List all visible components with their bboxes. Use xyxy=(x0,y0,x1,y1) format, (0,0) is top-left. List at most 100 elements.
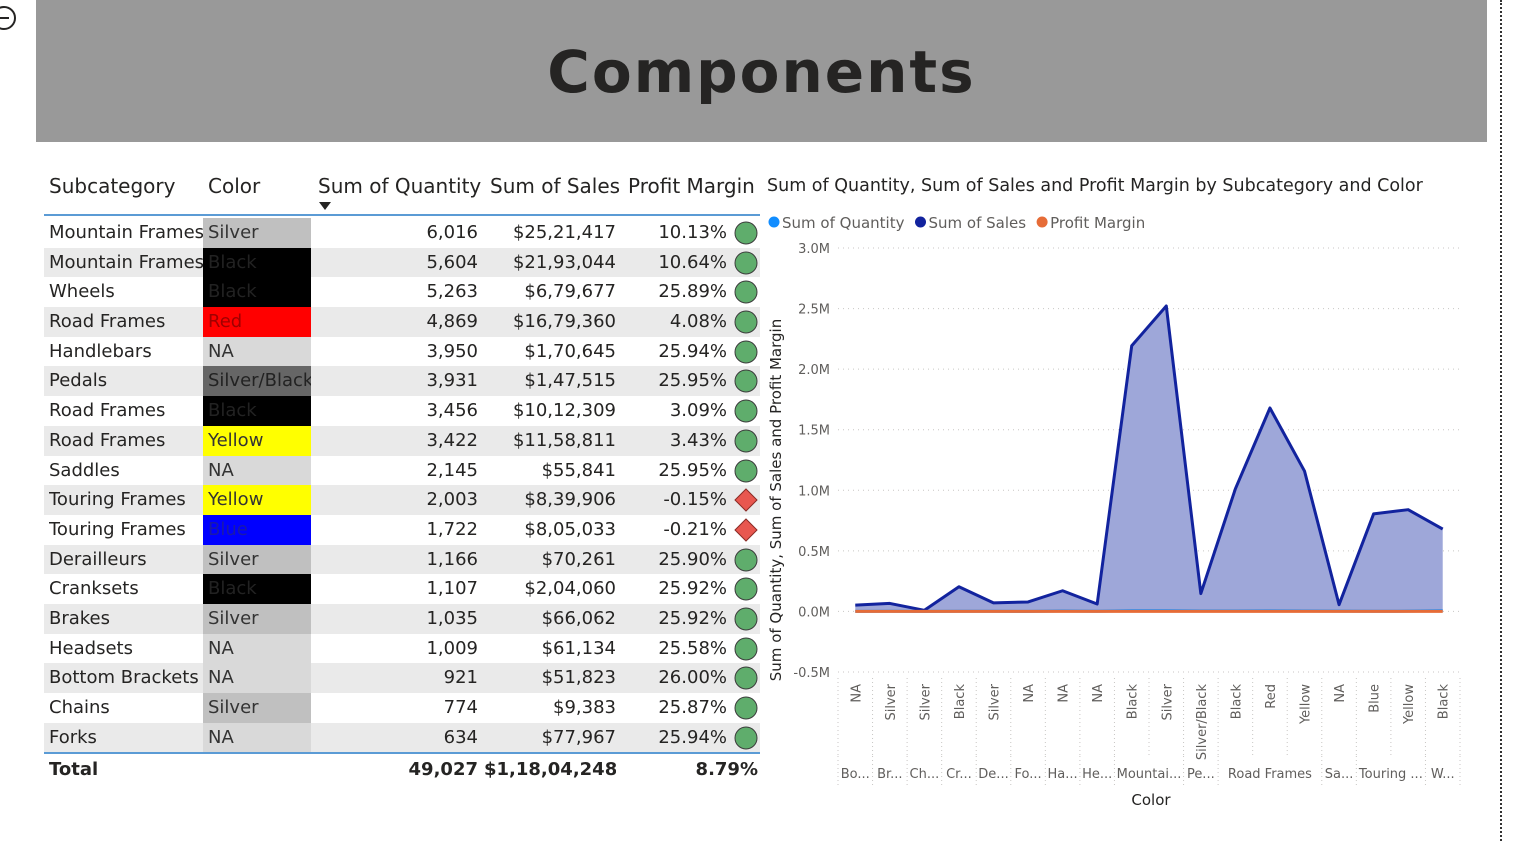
quantity-cell: 4,869 xyxy=(426,311,478,333)
table-row[interactable]: Derailleurs Silver 1,166 $70,261 25.90% xyxy=(44,544,760,575)
table-row[interactable]: Road Frames Black 3,456 $10,12,309 3.09% xyxy=(44,396,760,426)
color-cell: NA xyxy=(203,633,311,664)
quantity-cell: 3,931 xyxy=(426,370,478,392)
status-bad-diamond-icon xyxy=(734,488,758,512)
status-good-circle-icon xyxy=(734,577,758,601)
header-quantity[interactable]: Sum of Quantity xyxy=(318,174,481,198)
color-cell: NA xyxy=(203,455,311,486)
y-tick-label: 1.5M xyxy=(798,424,830,439)
sales-cell: $8,05,033 xyxy=(524,518,616,540)
total-label: Total xyxy=(49,759,99,780)
table-row[interactable]: Touring Frames Yellow 2,003 $8,39,906 -0.15% xyxy=(44,485,760,515)
profit-margin-cell: 3.09% xyxy=(669,400,727,422)
page-boundary xyxy=(1500,0,1502,841)
table-row[interactable]: Mountain Frames Black 5,604 $21,93,044 10.64… xyxy=(44,247,760,278)
profit-margin-cell: 25.95% xyxy=(658,370,727,392)
sales-cell: $77,967 xyxy=(541,726,616,748)
status-good-circle-icon xyxy=(734,726,758,750)
x-tick-label: NA xyxy=(1057,684,1072,703)
subcategory-cell: Mountain Frames xyxy=(49,222,204,243)
color-cell: NA xyxy=(203,336,311,367)
table-row[interactable]: Pedals Silver/Black 3,931 $1,47,515 25.95% xyxy=(44,366,760,397)
header-profit-margin[interactable]: Profit Margin xyxy=(628,174,755,198)
quantity-cell: 3,950 xyxy=(426,340,478,362)
y-axis-title: Sum of Quantity, Sum of Sales and Profit… xyxy=(767,319,785,681)
quantity-cell: 3,422 xyxy=(426,429,478,451)
y-tick-label: 1.0M xyxy=(798,484,830,499)
status-good-circle-icon xyxy=(734,310,758,334)
table-row[interactable]: Forks NA 634 $77,967 25.94% xyxy=(44,722,760,753)
header-sales[interactable]: Sum of Sales xyxy=(490,174,620,198)
table-row[interactable]: Road Frames Red 4,869 $16,79,360 4.08% xyxy=(44,307,760,337)
x-tick-label: Silver xyxy=(884,683,899,720)
x-group-label: Br... xyxy=(877,767,902,782)
y-tick-label: 0.5M xyxy=(798,545,830,560)
x-tick-label: Blue xyxy=(1368,684,1383,713)
color-cell: Black xyxy=(203,396,311,426)
subcategory-cell: Pedals xyxy=(49,370,108,392)
x-group-label: Ha... xyxy=(1048,767,1078,782)
table-row[interactable]: Cranksets Black 1,107 $2,04,060 25.92% xyxy=(44,574,760,604)
sales-cell: $66,062 xyxy=(541,607,616,629)
status-bad-diamond-icon xyxy=(734,518,758,542)
table-row[interactable]: Touring Frames Blue 1,722 $8,05,033 -0.21% xyxy=(44,514,760,545)
subcategory-cell: Touring Frames xyxy=(49,489,186,511)
color-cell: NA xyxy=(203,663,311,693)
sales-cell: $51,823 xyxy=(541,667,616,689)
subcategory-cell: Road Frames xyxy=(49,429,166,451)
quantity-cell: 1,107 xyxy=(426,578,478,600)
sales-cell: $16,79,360 xyxy=(512,311,616,333)
subcategory-cell: Bottom Brackets xyxy=(49,667,199,689)
x-tick-label: Silver xyxy=(1160,683,1175,720)
table-row[interactable]: Handlebars NA 3,950 $1,70,645 25.94% xyxy=(44,336,760,367)
y-tick-label: -0.5M xyxy=(793,666,830,681)
x-tick-label: Silver xyxy=(918,683,933,720)
x-tick-label: Yellow xyxy=(1402,684,1417,725)
x-tick-label: NA xyxy=(1333,684,1348,703)
subcategory-cell: Saddles xyxy=(49,459,120,481)
status-good-circle-icon xyxy=(734,369,758,393)
table-row[interactable]: Mountain Frames Silver 6,016 $25,21,417 10.1… xyxy=(44,218,760,248)
table-row[interactable]: Bottom Brackets NA 921 $51,823 26.00% xyxy=(44,663,760,693)
table-row[interactable]: Road Frames Yellow 3,422 $11,58,811 3.43% xyxy=(44,425,760,456)
profit-margin-cell: 25.95% xyxy=(658,459,727,481)
header-color[interactable]: Color xyxy=(208,174,260,198)
profit-margin-cell: 25.87% xyxy=(658,697,727,718)
y-tick-label: 3.0M xyxy=(798,242,830,257)
profit-margin-cell: 25.89% xyxy=(658,281,727,303)
y-tick-label: 2.5M xyxy=(798,303,830,318)
subcategory-cell: Road Frames xyxy=(49,311,166,333)
profit-margin-cell: 25.94% xyxy=(658,726,727,748)
x-group-label: Fo... xyxy=(1014,767,1041,782)
profit-margin-cell: -0.21% xyxy=(663,518,727,540)
table-row[interactable]: Headsets NA 1,009 $61,134 25.58% xyxy=(44,633,760,664)
x-group-label: Pe... xyxy=(1187,767,1215,782)
x-tick-label: Black xyxy=(953,684,968,720)
subcategory-cell: Wheels xyxy=(49,281,115,303)
subcategory-cell: Mountain Frames xyxy=(49,251,204,273)
table-row[interactable]: Brakes Silver 1,035 $66,062 25.92% xyxy=(44,603,760,634)
total-row: Total 49,027 $1,18,04,248 8.79% xyxy=(44,755,760,785)
sales-cell: $70,261 xyxy=(541,548,616,570)
x-group-label: De... xyxy=(978,767,1008,782)
profit-margin-cell: 26.00% xyxy=(658,667,727,689)
focus-mode-icon[interactable] xyxy=(0,2,20,32)
table-row[interactable]: Chains Silver 774 $9,383 25.87% xyxy=(44,693,760,723)
color-cell: Yellow xyxy=(203,425,311,456)
status-good-circle-icon xyxy=(734,399,758,423)
x-group-label: Ch... xyxy=(910,767,940,782)
color-cell: Silver xyxy=(203,603,311,634)
profit-margin-cell: 25.92% xyxy=(658,607,727,629)
sales-cell: $21,93,044 xyxy=(512,251,616,273)
table-row[interactable]: Saddles NA 2,145 $55,841 25.95% xyxy=(44,455,760,486)
sales-cell: $11,58,811 xyxy=(512,429,616,451)
header-divider xyxy=(44,214,760,216)
profit-margin-cell: 25.58% xyxy=(658,637,727,659)
header-subcategory[interactable]: Subcategory xyxy=(49,174,175,198)
table-row[interactable]: Wheels Black 5,263 $6,79,677 25.89% xyxy=(44,277,760,308)
color-cell: Silver xyxy=(203,218,311,248)
quantity-cell: 5,263 xyxy=(426,281,478,303)
sales-cell: $1,70,645 xyxy=(524,340,616,362)
quantity-cell: 774 xyxy=(443,697,478,718)
x-group-label: Bo... xyxy=(841,767,870,782)
